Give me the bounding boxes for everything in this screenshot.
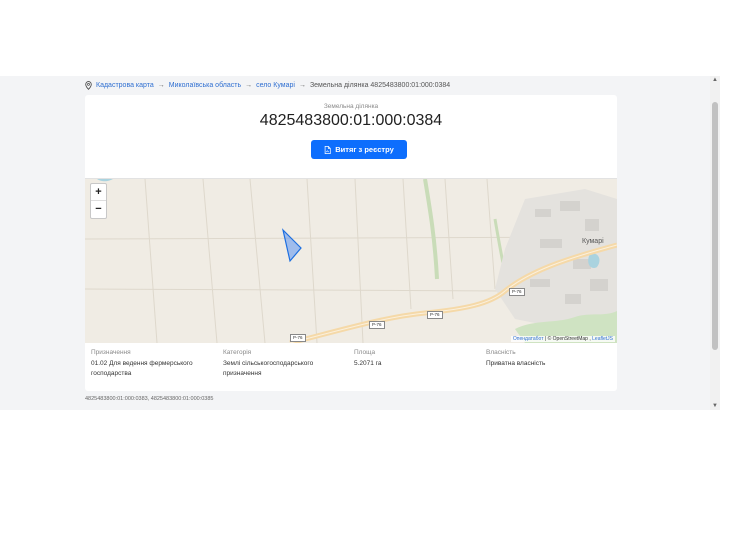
- attribution-link-opendatabot[interactable]: Опендатабот: [513, 336, 544, 342]
- road-shield: Р-76: [290, 334, 306, 342]
- breadcrumb-current: Земельна ділянка 4825483800:01:000:0384: [309, 81, 451, 89]
- registry-extract-button[interactable]: Витяг з реєстру: [311, 140, 407, 159]
- breadcrumb-link-region[interactable]: Миколаївська область: [169, 82, 241, 89]
- attribution-osm[interactable]: © OpenStreetMap: [548, 336, 588, 342]
- parcel-card: Земельна ділянка 4825483800:01:000:0384 …: [85, 95, 617, 391]
- attribute-value: 01.02 Для ведення фермерського господарс…: [91, 360, 193, 377]
- map-attribution: Опендатабот | © OpenStreetMap , LeafletJ…: [510, 336, 615, 342]
- scroll-up-arrow-icon[interactable]: ▲: [711, 76, 719, 84]
- breadcrumb-separator: →: [157, 81, 165, 89]
- breadcrumb: Кадастрова карта → Миколаївська область …: [85, 80, 450, 90]
- attribute-label: Власність: [486, 349, 516, 356]
- basemap: [85, 179, 617, 343]
- page-viewport: Кадастрова карта → Миколаївська область …: [0, 76, 710, 410]
- page-title: 4825483800:01:000:0384: [259, 112, 443, 129]
- registry-extract-label: Витяг з реєстру: [335, 145, 394, 154]
- road-shield: Р-76: [427, 311, 443, 319]
- attribute-category: Категорія Землі сільськогосподарського п…: [223, 349, 353, 379]
- attribute-area: Площа 5.2071 га: [354, 349, 484, 369]
- attribute-label: Призначення: [91, 349, 131, 356]
- scrollbar-thumb[interactable]: [712, 102, 718, 350]
- zoom-control: + −: [90, 183, 107, 219]
- attribute-ownership: Власність Приватна власність: [486, 349, 616, 369]
- attribution-link-leaflet[interactable]: LeafletJS: [592, 336, 613, 342]
- zoom-out-button[interactable]: −: [91, 201, 106, 217]
- document-icon: [324, 145, 331, 154]
- parcel-attributes: Призначення 01.02 Для ведення фермерсько…: [85, 345, 617, 391]
- vertical-scrollbar[interactable]: ▲ ▼: [710, 76, 720, 410]
- attribute-label: Категорія: [223, 349, 252, 356]
- cadastral-map[interactable]: + − Кумарі Р-76 Р-76 Р-76 Р-76 Опендатаб…: [85, 178, 617, 343]
- breadcrumb-separator: →: [298, 81, 306, 89]
- breadcrumb-link-cadastral-map[interactable]: Кадастрова карта: [96, 82, 154, 89]
- parcel-kicker: Земельна ділянка: [323, 103, 379, 110]
- breadcrumb-separator: →: [245, 81, 253, 89]
- map-pin-icon: [85, 80, 92, 90]
- attribute-label: Площа: [354, 349, 376, 356]
- map-town-label: Кумарі: [582, 238, 604, 245]
- breadcrumb-link-village[interactable]: село Кумарі: [256, 82, 295, 89]
- road-shield: Р-76: [509, 288, 525, 296]
- attribute-purpose: Призначення 01.02 Для ведення фермерсько…: [91, 349, 221, 379]
- scroll-down-arrow-icon[interactable]: ▼: [711, 402, 719, 410]
- attribute-value: Землі сільськогосподарського призначення: [223, 360, 314, 377]
- attribute-value: Приватна власність: [486, 360, 546, 367]
- attribute-value: 5.2071 га: [354, 360, 382, 367]
- neighbor-parcels[interactable]: 4825483800:01:000:0383, 4825483800:01:00…: [85, 396, 213, 402]
- road-shield: Р-76: [369, 321, 385, 329]
- zoom-in-button[interactable]: +: [91, 184, 106, 201]
